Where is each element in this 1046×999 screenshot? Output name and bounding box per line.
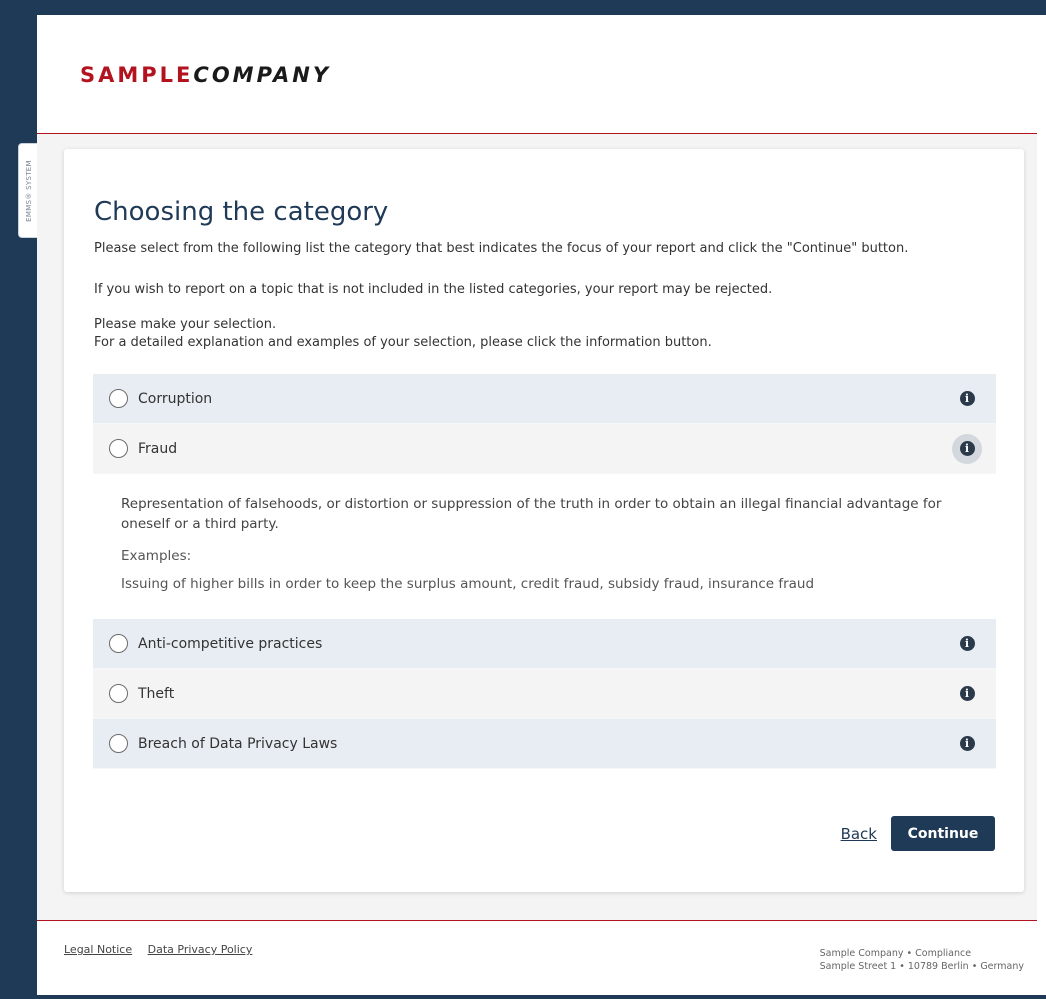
category-label: Fraud xyxy=(138,440,178,457)
radio-button[interactable] xyxy=(109,439,128,458)
examples-label: Examples: xyxy=(121,548,192,564)
intro-text-1: Please select from the following list th… xyxy=(94,241,909,256)
intro-text-3: Please make your selection. xyxy=(94,317,277,332)
privacy-policy-link[interactable]: Data Privacy Policy xyxy=(148,943,253,956)
category-label: Anti-competitive practices xyxy=(138,635,323,652)
continue-button[interactable]: Continue xyxy=(891,816,995,851)
radio-button[interactable] xyxy=(109,734,128,753)
category-option-corruption[interactable]: Corruption i xyxy=(93,374,996,424)
info-icon: i xyxy=(959,636,975,651)
address-line-1: Sample Company • Compliance xyxy=(819,948,972,959)
logo-part-company: COMPANY xyxy=(193,63,332,87)
category-list: Corruption i Fraud i Representation of f… xyxy=(93,374,996,769)
company-logo: SAMPLECOMPANY xyxy=(80,63,331,87)
category-option-anti-competitive[interactable]: Anti-competitive practices i xyxy=(93,619,996,669)
intro-text-2: If you wish to report on a topic that is… xyxy=(94,282,773,297)
category-card: Choosing the category Please select from… xyxy=(64,149,1024,892)
category-label: Theft xyxy=(138,685,175,702)
back-link[interactable]: Back xyxy=(841,825,877,843)
info-icon: i xyxy=(959,686,975,701)
info-button[interactable]: i xyxy=(952,729,982,759)
footer-links: Legal Notice Data Privacy Policy xyxy=(64,943,264,956)
info-button[interactable]: i xyxy=(952,433,982,464)
side-tab[interactable]: EMMS® SYSTEM xyxy=(18,143,38,238)
category-label: Breach of Data Privacy Laws xyxy=(138,735,338,752)
address-line-2: Sample Street 1 • 10789 Berlin • Germany xyxy=(819,961,1024,972)
intro-text-4: For a detailed explanation and examples … xyxy=(94,335,712,350)
header: SAMPLECOMPANY xyxy=(37,15,1037,133)
logo-part-sample: SAMPLE xyxy=(80,63,194,87)
category-explanation-panel: Representation of falsehoods, or distort… xyxy=(93,474,996,619)
bottom-frame-bar xyxy=(0,995,1046,999)
info-button[interactable]: i xyxy=(952,629,982,659)
info-icon: i xyxy=(959,391,975,406)
page-title: Choosing the category xyxy=(94,197,389,227)
top-frame-bar xyxy=(0,0,1046,15)
category-label: Corruption xyxy=(138,390,213,407)
category-description: Representation of falsehoods, or distort… xyxy=(121,496,942,532)
side-tab-label: EMMS® SYSTEM xyxy=(24,159,33,222)
info-button[interactable]: i xyxy=(952,679,982,709)
category-option-data-privacy[interactable]: Breach of Data Privacy Laws i xyxy=(93,719,996,769)
info-button[interactable]: i xyxy=(952,384,982,414)
examples-text: Issuing of higher bills in order to keep… xyxy=(121,576,815,592)
radio-button[interactable] xyxy=(109,684,128,703)
radio-button[interactable] xyxy=(109,389,128,408)
form-actions: Back Continue xyxy=(841,816,995,851)
info-icon: i xyxy=(959,441,975,456)
radio-button[interactable] xyxy=(109,634,128,653)
legal-notice-link[interactable]: Legal Notice xyxy=(64,943,132,956)
category-option-fraud[interactable]: Fraud i xyxy=(93,424,996,474)
company-address: Sample Company • Compliance Sample Stree… xyxy=(820,947,1024,973)
category-option-theft[interactable]: Theft i xyxy=(93,669,996,719)
info-icon: i xyxy=(959,736,975,751)
footer: Legal Notice Data Privacy Policy Sample … xyxy=(37,921,1037,995)
